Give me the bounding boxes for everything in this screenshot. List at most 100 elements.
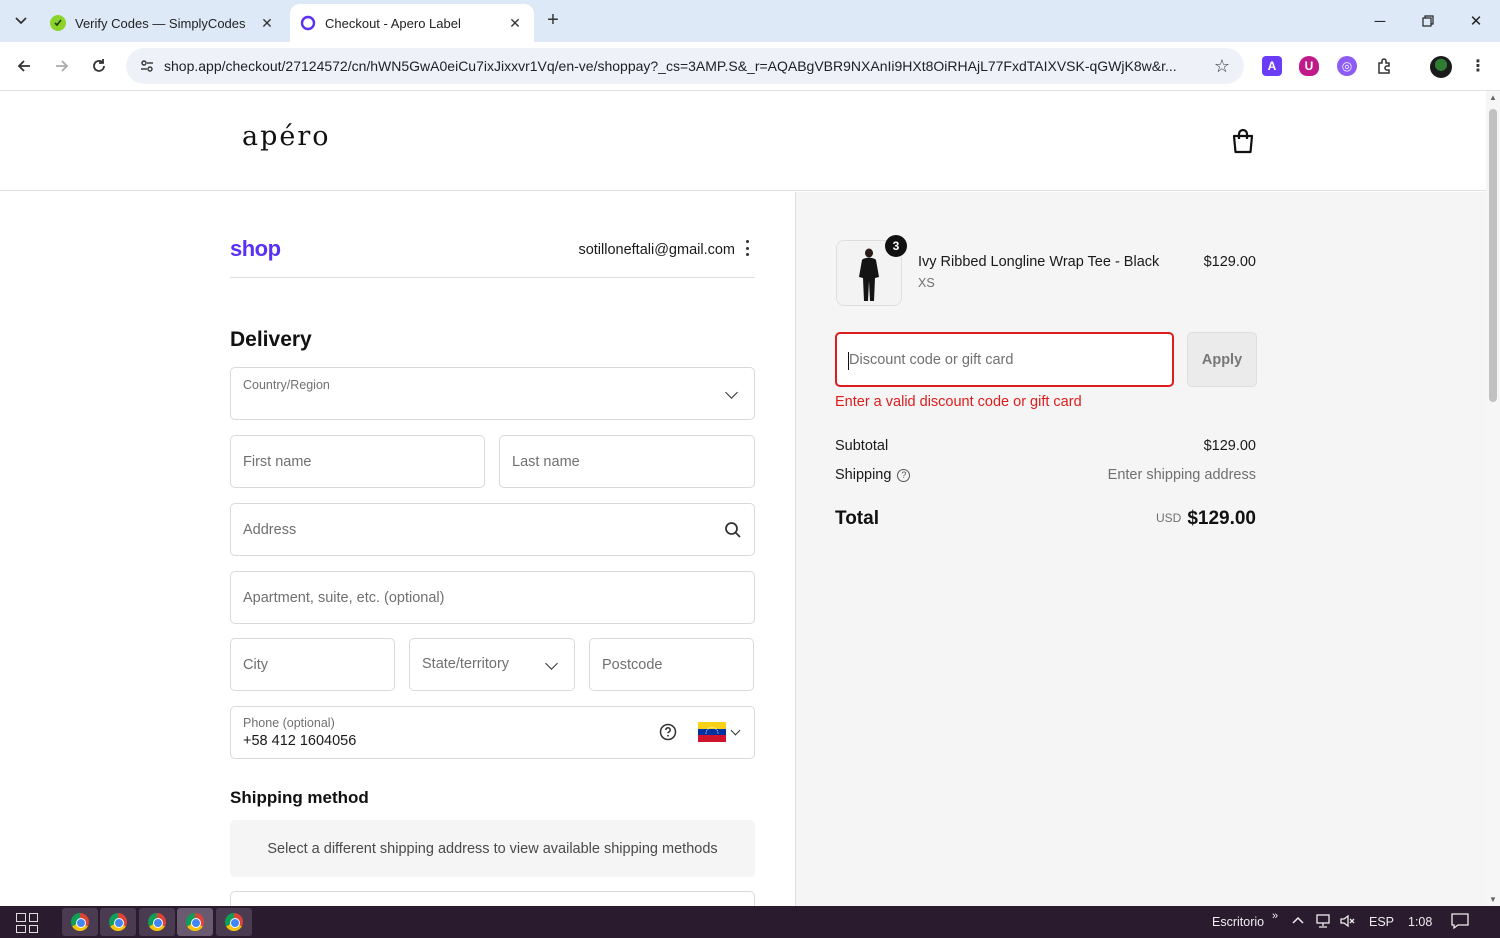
browser-tab-bar: Verify Codes — SimplyCodes ✕ Checkout - … — [0, 0, 1500, 42]
chevron-down-icon — [730, 725, 741, 736]
address-field[interactable]: Address — [230, 503, 755, 556]
back-arrow-icon[interactable] — [12, 54, 36, 78]
url-text[interactable]: shop.app/checkout/27124572/cn/hWN5GwA0ei… — [164, 58, 1194, 74]
tab-checkout[interactable]: Checkout - Apero Label ✕ — [290, 4, 534, 42]
help-circle-icon[interactable]: ? — [897, 468, 911, 482]
extension-shield-icon[interactable]: U — [1299, 56, 1319, 76]
shop-pay-logo: shop — [230, 236, 281, 261]
browser-toolbar: shop.app/checkout/27124572/cn/hWN5GwA0ei… — [0, 42, 1500, 91]
help-circle-icon[interactable] — [659, 723, 677, 741]
extension-a-icon[interactable]: A — [1262, 56, 1282, 76]
total-label: Total — [835, 508, 879, 529]
taskbar-chrome-app-active[interactable] — [177, 908, 213, 936]
bookmark-star-icon[interactable]: ☆ — [1214, 56, 1230, 77]
apply-discount-button[interactable]: Apply — [1187, 332, 1257, 387]
taskbar-chrome-app[interactable] — [62, 908, 98, 936]
shipping-method-message: Select a different shipping address to v… — [230, 820, 755, 877]
scrollbar-thumb[interactable] — [1489, 109, 1497, 402]
state-territory-select[interactable]: State/territory — [409, 638, 575, 691]
volume-muted-icon[interactable] — [1339, 913, 1355, 932]
account-email: sotilloneftali@gmail.com — [578, 242, 735, 258]
shipping-method-title: Shipping method — [230, 788, 369, 807]
site-settings-icon[interactable] — [138, 57, 156, 75]
scroll-down-arrow-icon[interactable]: ▼ — [1489, 895, 1497, 904]
apartment-field[interactable]: Apartment, suite, etc. (optional) — [230, 571, 755, 624]
delivery-title: Delivery — [230, 328, 312, 351]
desktop-toolbar-label[interactable]: Escritorio — [1212, 915, 1264, 929]
shipping-row: Shipping? — [835, 467, 911, 483]
clock[interactable]: 1:08 — [1408, 915, 1432, 929]
apartment-placeholder: Apartment, suite, etc. (optional) — [243, 590, 445, 606]
reload-icon[interactable] — [87, 54, 111, 78]
phone-field[interactable]: Phone (optional) +58 412 1604056 — [230, 706, 755, 759]
restore-icon[interactable] — [1413, 8, 1443, 34]
postcode-field[interactable]: Postcode — [589, 638, 754, 691]
last-name-placeholder: Last name — [512, 454, 580, 470]
os-taskbar: Escritorio » ESP 1:08 — [0, 906, 1500, 938]
more-options-icon[interactable] — [741, 238, 753, 258]
store-logo[interactable]: apéro — [242, 121, 331, 152]
taskbar-chrome-app[interactable] — [139, 908, 175, 936]
phone-value: +58 412 1604056 — [243, 733, 357, 749]
city-field[interactable]: City — [230, 638, 395, 691]
shop-account-row: shop sotilloneftali@gmail.com — [230, 228, 755, 278]
double-chevron-icon[interactable]: » — [1272, 910, 1278, 922]
order-summary-column: 3 Ivy Ribbed Longline Wrap Tee - Black X… — [795, 192, 1486, 906]
shopping-bag-icon[interactable] — [1230, 127, 1256, 155]
extension-circle-icon[interactable]: ◎ — [1337, 56, 1357, 76]
product-price: $129.00 — [1203, 254, 1256, 270]
country-region-select[interactable]: Country/Region — [230, 367, 755, 420]
extensions-puzzle-icon[interactable] — [1375, 56, 1395, 76]
scroll-up-arrow-icon[interactable]: ▲ — [1489, 93, 1497, 102]
close-window-icon[interactable]: ✕ — [1461, 8, 1491, 34]
quantity-badge: 3 — [885, 235, 907, 257]
chevron-down-icon — [725, 386, 738, 399]
discount-code-placeholder: Discount code or gift card — [849, 352, 1014, 368]
taskbar-chrome-app[interactable] — [216, 908, 252, 936]
start-grid-icon[interactable] — [16, 913, 38, 933]
subtotal-label: Subtotal — [835, 438, 889, 454]
tab-simplycodes[interactable]: Verify Codes — SimplyCodes ✕ — [40, 4, 286, 42]
language-indicator[interactable]: ESP — [1369, 915, 1394, 929]
new-tab-button[interactable]: + — [542, 10, 564, 32]
profile-avatar[interactable] — [1430, 56, 1452, 78]
phone-label: Phone (optional) — [243, 716, 335, 730]
product-thumbnail: 3 — [836, 235, 907, 306]
close-tab-icon[interactable]: ✕ — [258, 14, 276, 32]
tab-search-button[interactable] — [8, 8, 34, 34]
product-variant: XS — [918, 276, 935, 290]
notifications-icon[interactable] — [1450, 912, 1470, 933]
search-icon[interactable] — [724, 521, 742, 539]
discount-code-input[interactable]: Discount code or gift card — [835, 332, 1174, 387]
chrome-icon — [71, 913, 89, 931]
product-name: Ivy Ribbed Longline Wrap Tee - Black — [918, 254, 1160, 270]
close-tab-icon[interactable]: ✕ — [506, 14, 524, 32]
shipping-label: Shipping — [835, 467, 892, 483]
simplycodes-favicon-icon — [50, 15, 66, 31]
venezuela-flag-icon[interactable] — [698, 722, 726, 742]
last-name-field[interactable]: Last name — [499, 435, 755, 488]
page-scrollbar[interactable]: ▲ ▼ — [1486, 91, 1500, 906]
taskbar-chrome-app[interactable] — [100, 908, 136, 936]
forward-arrow-icon[interactable] — [50, 54, 74, 78]
tray-up-arrow-icon[interactable] — [1292, 914, 1304, 928]
network-icon[interactable] — [1314, 913, 1332, 932]
discount-error-message: Enter a valid discount code or gift card — [835, 394, 1082, 410]
checkout-page: apéro shop sotilloneftali@gmail.com Deli… — [0, 91, 1486, 906]
shipping-value: Enter shipping address — [1107, 467, 1256, 483]
chrome-icon — [186, 913, 204, 931]
minimize-icon[interactable]: ─ — [1365, 8, 1395, 34]
subtotal-value: $129.00 — [1203, 438, 1256, 454]
tab-title: Verify Codes — SimplyCodes — [75, 15, 246, 31]
next-section-field — [230, 891, 755, 906]
address-placeholder: Address — [243, 522, 297, 538]
total-currency: USD — [1155, 511, 1182, 525]
first-name-field[interactable]: First name — [230, 435, 485, 488]
checkout-form-column: shop sotilloneftali@gmail.com Delivery C… — [0, 192, 795, 906]
address-bar[interactable]: shop.app/checkout/27124572/cn/hWN5GwA0ei… — [126, 48, 1244, 84]
apero-favicon-icon — [300, 15, 316, 31]
browser-menu-icon[interactable]: ⋮ — [1468, 56, 1488, 76]
postcode-placeholder: Postcode — [602, 657, 663, 673]
tab-title: Checkout - Apero Label — [325, 15, 461, 31]
chrome-icon — [109, 913, 127, 931]
